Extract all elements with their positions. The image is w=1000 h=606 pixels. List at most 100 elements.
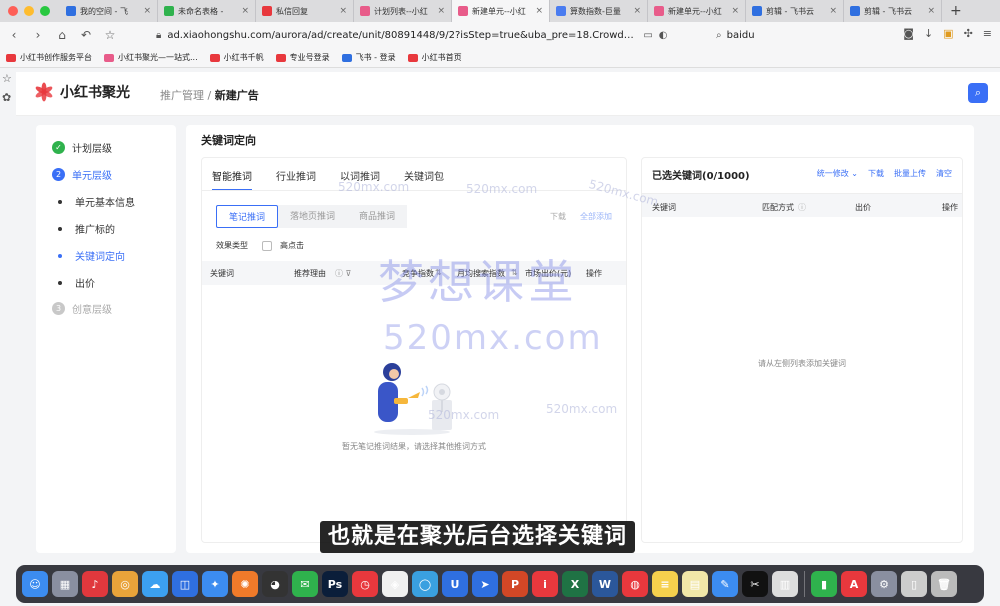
system-prefs-icon[interactable]: ⚙: [871, 571, 897, 597]
chrome-icon[interactable]: ◎: [112, 571, 138, 597]
gift-icon[interactable]: ✿: [2, 91, 16, 104]
help-icon[interactable]: ⓘ: [798, 202, 806, 213]
close-window-button[interactable]: [8, 6, 18, 16]
app-icon[interactable]: ◍: [622, 571, 648, 597]
add-all-link[interactable]: 全部添加: [580, 211, 612, 222]
app-icon[interactable]: ◯: [412, 571, 438, 597]
step-sub-bid[interactable]: 出价: [58, 275, 95, 290]
seg-product[interactable]: 商品推词: [347, 205, 408, 228]
browser-tab[interactable]: 我的空间 - 飞 ×: [60, 0, 158, 22]
browser-tab[interactable]: 未命名表格 - ×: [158, 0, 256, 22]
sort-icon[interactable]: ⇅: [435, 268, 442, 277]
high-click-checkbox[interactable]: [262, 240, 272, 251]
word-icon[interactable]: W: [592, 571, 618, 597]
seg-note[interactable]: 笔记推词: [216, 205, 279, 228]
app-store-icon[interactable]: A: [841, 571, 867, 597]
close-tab-icon[interactable]: ×: [143, 6, 151, 16]
step-sub-keyword[interactable]: 关键词定向: [58, 248, 125, 263]
app-icon[interactable]: i: [532, 571, 558, 597]
col-market-bid[interactable]: 市场出价(元): [525, 268, 571, 279]
new-tab-icon[interactable]: +: [942, 3, 970, 19]
numbers-icon[interactable]: ▮: [811, 571, 837, 597]
brand-logo[interactable]: 小红书聚光: [34, 82, 130, 102]
forward-icon[interactable]: ›: [30, 28, 46, 42]
tab-smart[interactable]: 智能推词: [212, 168, 252, 191]
col-competition[interactable]: 竞争指数: [402, 268, 434, 279]
browser-tab[interactable]: 新建单元--小红 ×: [648, 0, 746, 22]
col-monthly-search[interactable]: 月均搜索指数: [457, 268, 505, 279]
close-tab-icon[interactable]: ×: [633, 6, 641, 16]
app-icon[interactable]: ▥: [772, 571, 798, 597]
notes-icon[interactable]: ▤: [682, 571, 708, 597]
minimize-window-button[interactable]: [24, 6, 34, 16]
clock-icon[interactable]: ◷: [352, 571, 378, 597]
browser-tab[interactable]: 算数指数-巨量 ×: [550, 0, 648, 22]
step-sub-basic-info[interactable]: 单元基本信息: [58, 194, 135, 209]
extension-icon[interactable]: ◐: [659, 30, 668, 41]
home-icon[interactable]: ⌂: [54, 28, 70, 42]
netease-music-icon[interactable]: ♪: [82, 571, 108, 597]
browser-tab[interactable]: 新建单元--小红 ×: [452, 0, 550, 22]
note-icon[interactable]: ▣: [943, 27, 953, 40]
notes-icon[interactable]: ≡: [652, 571, 678, 597]
step-creative[interactable]: 3 创意层级: [52, 301, 112, 316]
sort-icon[interactable]: ⇅: [511, 268, 518, 277]
downloads-icon[interactable]: ▯: [901, 571, 927, 597]
close-tab-icon[interactable]: ×: [829, 6, 837, 16]
wechat-icon[interactable]: ✉: [292, 571, 318, 597]
capcut-icon[interactable]: ✂: [742, 571, 768, 597]
bookmark-item[interactable]: 小红书聚光—一站式...: [104, 52, 198, 63]
download-link[interactable]: 下载: [550, 211, 566, 222]
menu-icon[interactable]: ≡: [983, 27, 992, 40]
colorful-app-icon[interactable]: ✺: [232, 571, 258, 597]
tab-word[interactable]: 以词推词: [340, 168, 380, 191]
close-tab-icon[interactable]: ×: [927, 6, 935, 16]
photoshop-icon[interactable]: Ps: [322, 571, 348, 597]
powerpoint-icon[interactable]: P: [502, 571, 528, 597]
screenshot-icon[interactable]: ◙: [903, 27, 914, 40]
reader-icon[interactable]: ▭: [643, 30, 652, 41]
close-tab-icon[interactable]: ×: [437, 6, 445, 16]
address-bar[interactable]: 🔒︎ ad.xiaohongshu.com/aurora/ad/create/u…: [156, 25, 714, 45]
batch-upload-link[interactable]: 批量上传: [894, 168, 926, 179]
app-icon[interactable]: U: [442, 571, 468, 597]
step-plan[interactable]: ✓ 计划层级: [52, 140, 112, 155]
seg-landing[interactable]: 落地页推词: [278, 205, 348, 228]
bookmark-item[interactable]: 飞书 - 登录: [341, 52, 396, 63]
step-sub-target[interactable]: 推广标的: [58, 221, 115, 236]
puzzle-icon[interactable]: ✣: [964, 27, 973, 40]
batch-edit-dropdown[interactable]: 统一修改 ⌄: [817, 168, 858, 179]
safari-icon[interactable]: ✦: [202, 571, 228, 597]
cloud-icon[interactable]: ☁: [142, 571, 168, 597]
finder-icon[interactable]: ☺: [22, 571, 48, 597]
tab-industry[interactable]: 行业推词: [276, 168, 316, 191]
trash-icon[interactable]: 🗑︎: [931, 571, 957, 597]
selected-download-link[interactable]: 下载: [868, 168, 884, 179]
zoom-window-button[interactable]: [40, 6, 50, 16]
breadcrumb-parent[interactable]: 推广管理: [160, 89, 204, 102]
clear-link[interactable]: 清空: [936, 168, 952, 179]
qq-icon[interactable]: ◕: [262, 571, 288, 597]
browser-tab[interactable]: 剪辑 - 飞书云 ×: [746, 0, 844, 22]
bookmark-item[interactable]: 小红书首页: [407, 52, 462, 63]
browser-tab[interactable]: 计划列表--小红 ×: [354, 0, 452, 22]
favorites-icon[interactable]: ☆: [2, 72, 16, 85]
launchpad-icon[interactable]: ▦: [52, 571, 78, 597]
search-box[interactable]: ⌕ baidu: [716, 25, 880, 45]
close-tab-icon[interactable]: ×: [535, 6, 543, 16]
app-icon[interactable]: ◫: [172, 571, 198, 597]
star-icon[interactable]: ☆: [102, 28, 118, 42]
bookmark-item[interactable]: 专业号登录: [275, 52, 330, 63]
undo-icon[interactable]: ↶: [78, 28, 94, 42]
app-icon[interactable]: ✎: [712, 571, 738, 597]
feishu-icon[interactable]: ➤: [472, 571, 498, 597]
close-tab-icon[interactable]: ×: [241, 6, 249, 16]
filter-icon[interactable]: ⓘ ⊽: [335, 268, 351, 279]
excel-icon[interactable]: X: [562, 571, 588, 597]
step-unit[interactable]: 2 单元层级: [52, 167, 112, 182]
tab-package[interactable]: 关键词包: [404, 168, 444, 191]
app-icon[interactable]: ◈: [382, 571, 408, 597]
bookmark-item[interactable]: 小红书千帆: [209, 52, 264, 63]
browser-tab[interactable]: 剪辑 - 飞书云 ×: [844, 0, 942, 22]
close-tab-icon[interactable]: ×: [339, 6, 347, 16]
